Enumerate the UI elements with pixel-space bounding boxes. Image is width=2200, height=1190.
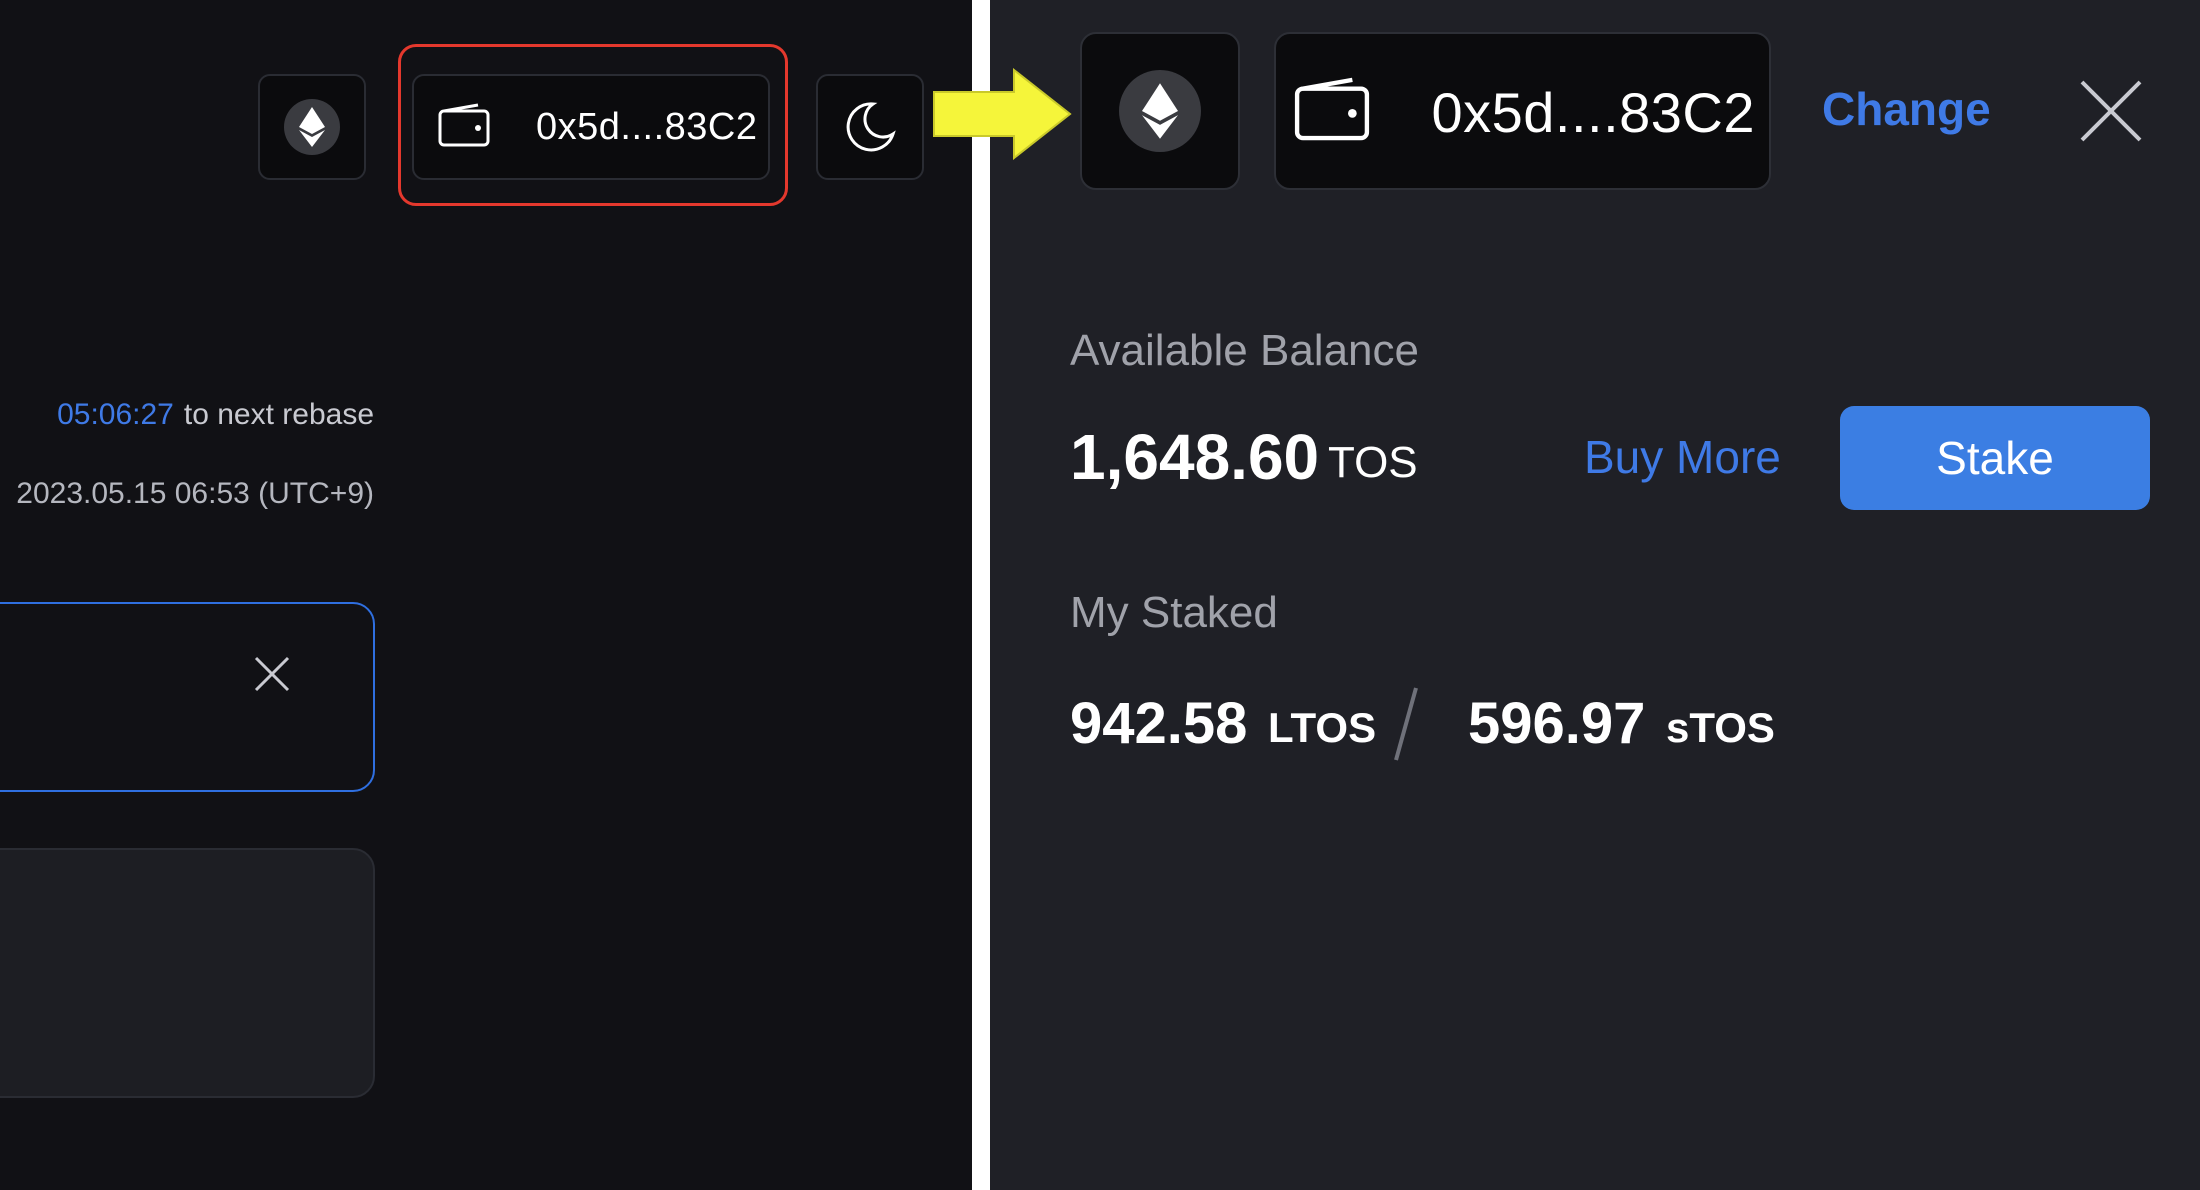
rebase-countdown: 05:06:27 to next rebase	[57, 398, 374, 432]
ethereum-icon	[1119, 70, 1201, 152]
rebase-suffix: to next rebase	[183, 398, 374, 431]
wallet-button[interactable]: 0x5d....83C2	[412, 74, 770, 180]
my-staked-label: My Staked	[1070, 588, 1278, 637]
ethereum-icon	[284, 99, 340, 155]
network-button[interactable]	[1080, 32, 1240, 190]
ltos-unit: LTOS	[1268, 704, 1377, 751]
close-icon[interactable]	[2080, 80, 2142, 142]
theme-toggle-button[interactable]	[816, 74, 924, 180]
arrow-right-icon	[933, 68, 1072, 160]
available-balance-unit: TOS	[1328, 438, 1418, 487]
available-balance-label: Available Balance	[1070, 326, 1419, 375]
ltos-value: 942.58	[1070, 691, 1248, 756]
wallet-address: 0x5d....83C2	[536, 105, 758, 148]
right-panel: 0x5d....83C2 Change Available Balance 1,…	[990, 0, 2200, 1190]
left-panel: 0x5d....83C2 05:06:27 to next rebase 2023…	[0, 0, 972, 1190]
rebase-time: 05:06:27	[57, 398, 174, 431]
available-balance-value: 1,648.60	[1070, 421, 1320, 493]
moon-icon	[846, 102, 896, 152]
buy-more-link[interactable]: Buy More	[1584, 430, 1781, 484]
wallet-icon	[438, 103, 490, 152]
panel-divider	[972, 0, 990, 1190]
wallet-icon	[1294, 77, 1370, 146]
network-button[interactable]	[258, 74, 366, 180]
separator-slash	[1394, 687, 1418, 761]
stos-value: 596.97	[1468, 691, 1646, 756]
change-wallet-link[interactable]: Change	[1822, 82, 1991, 136]
wallet-button[interactable]: 0x5d....83C2	[1274, 32, 1771, 190]
amount-input[interactable]	[0, 602, 375, 792]
rebase-date: 2023.05.15 06:53 (UTC+9)	[16, 477, 374, 510]
close-icon[interactable]	[254, 656, 290, 692]
stake-button[interactable]: Stake	[1840, 406, 2150, 510]
wallet-address: 0x5d....83C2	[1431, 81, 1755, 144]
info-card	[0, 848, 375, 1098]
stos-unit: sTOS	[1666, 704, 1775, 751]
